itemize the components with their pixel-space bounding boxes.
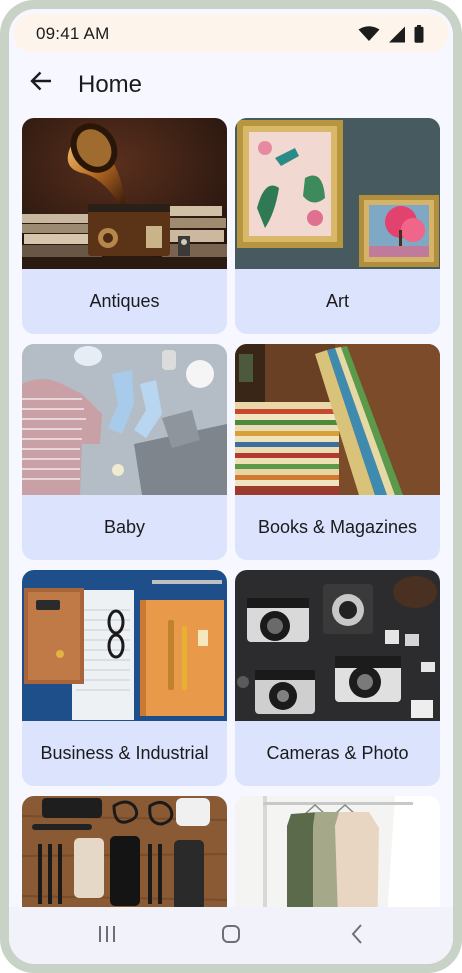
battery-icon: [414, 25, 424, 43]
category-card-antiques[interactable]: Antiques: [22, 118, 227, 334]
top-app-bar: Home: [9, 53, 453, 117]
back-icon: [350, 923, 364, 950]
device-frame: 09:41 AM Home Antiques Art Baby Books & …: [0, 0, 462, 973]
category-card-baby[interactable]: Baby: [22, 344, 227, 560]
home-button[interactable]: [211, 921, 251, 951]
wifi-icon: [358, 26, 380, 42]
category-label: Antiques: [89, 291, 160, 311]
gramophone-photo: [22, 118, 227, 269]
recent-apps-button[interactable]: [87, 921, 127, 951]
recent-apps-icon: [97, 925, 117, 948]
back-button[interactable]: [23, 65, 59, 101]
page-title: Home: [78, 71, 143, 98]
category-card-books-magazines[interactable]: Books & Magazines: [235, 344, 440, 560]
category-label: Art: [325, 291, 349, 311]
magazine-stack-photo: [235, 344, 440, 495]
framed-paintings-photo: [235, 118, 440, 269]
category-label: Books & Magazines: [257, 517, 418, 537]
category-card-cameras-photo[interactable]: Cameras & Photo: [235, 570, 440, 786]
vintage-cameras-photo: [235, 570, 440, 721]
category-label: Business & Industrial: [40, 743, 209, 763]
system-back-button[interactable]: [337, 921, 377, 951]
home-icon: [221, 924, 241, 949]
cellular-signal-icon: [388, 26, 406, 43]
category-card-business-industrial[interactable]: Business & Industrial: [22, 570, 227, 786]
office-supplies-photo: [22, 570, 227, 721]
arrow-back-icon: [30, 71, 52, 96]
category-card-art[interactable]: Art: [235, 118, 440, 334]
category-label: Baby: [103, 517, 146, 537]
baby-clothes-photo: [22, 344, 227, 495]
status-bar: 09:41 AM: [14, 14, 448, 52]
category-label: Cameras & Photo: [266, 743, 409, 763]
screen: 09:41 AM Home Antiques Art Baby Books & …: [9, 9, 453, 964]
status-icons: [358, 25, 424, 43]
status-time: 09:41 AM: [36, 24, 110, 43]
system-navigation-bar: [9, 907, 453, 964]
